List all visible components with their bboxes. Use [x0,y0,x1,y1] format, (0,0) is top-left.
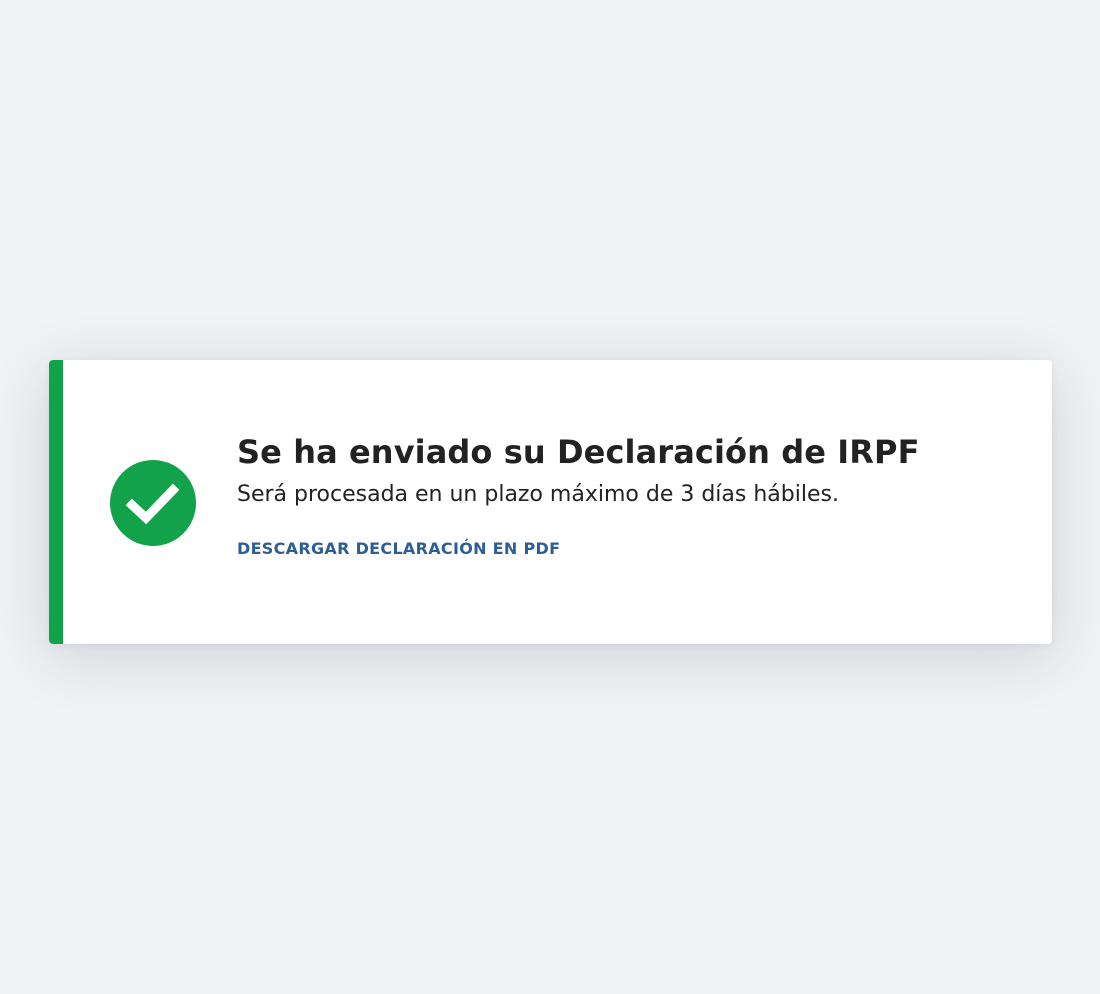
notice-message: Será procesada en un plazo máximo de 3 d… [237,482,839,507]
notice-title: Se ha enviado su Declaración de IRPF [237,433,920,471]
success-accent-bar [49,360,63,644]
check-circle-icon [110,460,196,546]
download-pdf-link[interactable]: DESCARGAR DECLARACIÓN EN PDF [237,538,560,560]
success-notice-card: Se ha enviado su Declaración de IRPF Ser… [49,360,1052,644]
notice-body: Se ha enviado su Declaración de IRPF Ser… [237,430,1012,560]
